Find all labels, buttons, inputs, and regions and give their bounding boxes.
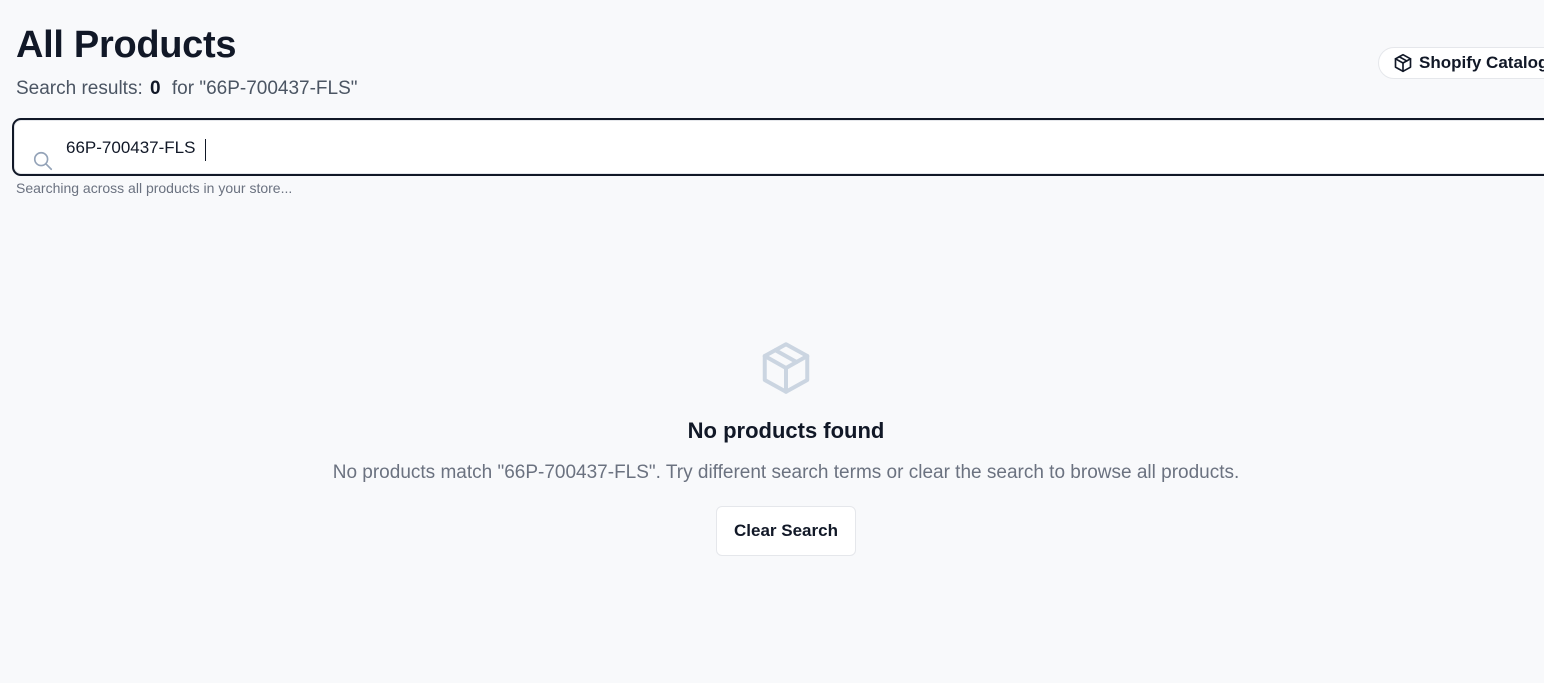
search-box[interactable] bbox=[12, 118, 1544, 176]
results-query: for "66P-700437-FLS" bbox=[171, 78, 358, 99]
catalog-badge-label: Shopify Catalog bbox=[1419, 53, 1544, 72]
search-input[interactable] bbox=[66, 134, 1466, 162]
clear-search-button[interactable]: Clear Search bbox=[716, 506, 856, 556]
empty-state: No products found No products match "66P… bbox=[0, 338, 1544, 556]
empty-state-title: No products found bbox=[687, 418, 885, 443]
results-label: Search results: bbox=[16, 78, 143, 99]
results-count: 0 bbox=[150, 78, 161, 99]
search-icon bbox=[33, 151, 53, 171]
search-results-summary: Search results: 0 for "66P-700437-FLS" bbox=[16, 78, 358, 100]
text-caret bbox=[205, 139, 206, 161]
shopify-catalog-badge[interactable]: Shopify Catalog bbox=[1378, 47, 1544, 79]
empty-state-description: No products match "66P-700437-FLS". Try … bbox=[332, 462, 1240, 483]
products-page: All Products Search results: 0 for "66P-… bbox=[0, 0, 1544, 683]
page-title: All Products bbox=[16, 24, 237, 66]
package-icon bbox=[762, 342, 810, 394]
package-icon bbox=[1394, 53, 1412, 73]
search-hint: Searching across all products in your st… bbox=[16, 180, 293, 196]
